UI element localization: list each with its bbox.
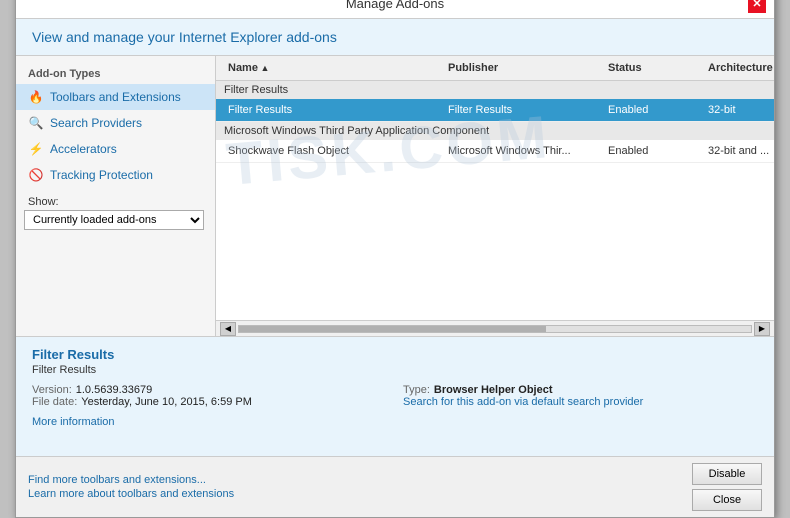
scroll-left-button[interactable]: ◀ [220,322,236,336]
col-architecture[interactable]: Architecture [704,60,774,76]
detail-subtitle: Filter Results [32,364,758,376]
table-header: Name Publisher Status Architecture Load … [216,56,774,81]
col-name[interactable]: Name [224,60,444,76]
footer-buttons: Disable Close [692,463,762,511]
close-button[interactable]: Close [692,489,762,511]
sidebar-item-search[interactable]: 🔍 Search Providers [16,110,215,136]
cell-publisher: Microsoft Windows Thir... [444,143,604,159]
group-header-ms: Microsoft Windows Third Party Applicatio… [216,122,774,140]
table-body: Filter Results Filter Results Filter Res… [216,81,774,320]
more-info-link[interactable]: More information [32,416,115,428]
cell-architecture: 32-bit [704,102,774,118]
detail-grid: Version: 1.0.5639.33679 File date: Yeste… [32,384,758,408]
type-label: Type: [403,384,430,396]
table-row[interactable]: Shockwave Flash Object Microsoft Windows… [216,140,774,163]
group-header-filter: Filter Results [216,81,774,99]
filedate-row: File date: Yesterday, June 10, 2015, 6:5… [32,396,387,408]
learn-more-link[interactable]: Learn more about toolbars and extensions [28,488,234,500]
search-icon: 🔍 [28,115,44,131]
more-info-row[interactable]: More information [32,414,758,428]
filedate-value: Yesterday, June 10, 2015, 6:59 PM [81,396,252,408]
footer: Find more toolbars and extensions... Lea… [16,456,774,517]
find-toolbars-link[interactable]: Find more toolbars and extensions... [28,474,234,486]
version-label: Version: [32,384,72,396]
accelerator-icon: ⚡ [28,141,44,157]
cell-publisher: Filter Results [444,102,604,118]
show-dropdown[interactable]: Currently loaded add-ons All add-ons Run… [24,210,204,230]
flame-icon: 🔥 [28,89,44,105]
table-row[interactable]: Filter Results Filter Results Enabled 32… [216,99,774,122]
filedate-label: File date: [32,396,77,408]
close-dialog-button[interactable]: ✕ [748,0,766,13]
show-label: Show: [16,188,215,210]
detail-left: Version: 1.0.5639.33679 File date: Yeste… [32,384,387,408]
header-banner: View and manage your Internet Explorer a… [16,19,774,56]
sidebar-item-search-label: Search Providers [50,116,142,130]
detail-title: Filter Results [32,347,758,362]
addon-types-label: Add-on Types [16,64,215,84]
sidebar-item-tracking[interactable]: 🚫 Tracking Protection [16,162,215,188]
col-status[interactable]: Status [604,60,704,76]
manage-addons-dialog: Manage Add-ons ✕ View and manage your In… [15,0,775,518]
sidebar-item-tracking-label: Tracking Protection [50,168,153,182]
shield-icon: 🚫 [28,167,44,183]
horizontal-scrollbar[interactable]: ◀ ▶ [216,320,774,336]
cell-name: Filter Results [224,102,444,118]
scroll-thumb[interactable] [239,326,546,332]
type-value: Browser Helper Object [434,384,553,396]
detail-panel: Filter Results Filter Results Version: 1… [16,336,774,456]
cell-name: Shockwave Flash Object [224,143,444,159]
col-publisher[interactable]: Publisher [444,60,604,76]
disable-button[interactable]: Disable [692,463,762,485]
content-area: TISK.COM Name Publisher Status Architect… [216,56,774,336]
version-value: 1.0.5639.33679 [76,384,152,396]
sidebar-item-toolbars[interactable]: 🔥 Toolbars and Extensions [16,84,215,110]
scroll-right-button[interactable]: ▶ [754,322,770,336]
search-addon-link[interactable]: Search for this add-on via default searc… [403,396,643,408]
sidebar-item-accelerators-label: Accelerators [50,142,117,156]
dialog-title: Manage Add-ons [42,0,748,11]
type-row: Type: Browser Helper Object [403,384,758,396]
search-link-row[interactable]: Search for this add-on via default searc… [403,396,758,408]
scroll-track[interactable] [238,325,752,333]
cell-architecture: 32-bit and ... [704,143,774,159]
detail-right: Type: Browser Helper Object Search for t… [403,384,758,408]
title-bar: Manage Add-ons ✕ [16,0,774,19]
main-content: Add-on Types 🔥 Toolbars and Extensions 🔍… [16,56,774,336]
header-text: View and manage your Internet Explorer a… [32,29,337,45]
footer-links: Find more toolbars and extensions... Lea… [28,474,234,500]
version-row: Version: 1.0.5639.33679 [32,384,387,396]
sidebar-item-toolbars-label: Toolbars and Extensions [50,90,181,104]
cell-status: Enabled [604,102,704,118]
sidebar: Add-on Types 🔥 Toolbars and Extensions 🔍… [16,56,216,336]
sidebar-item-accelerators[interactable]: ⚡ Accelerators [16,136,215,162]
cell-status: Enabled [604,143,704,159]
